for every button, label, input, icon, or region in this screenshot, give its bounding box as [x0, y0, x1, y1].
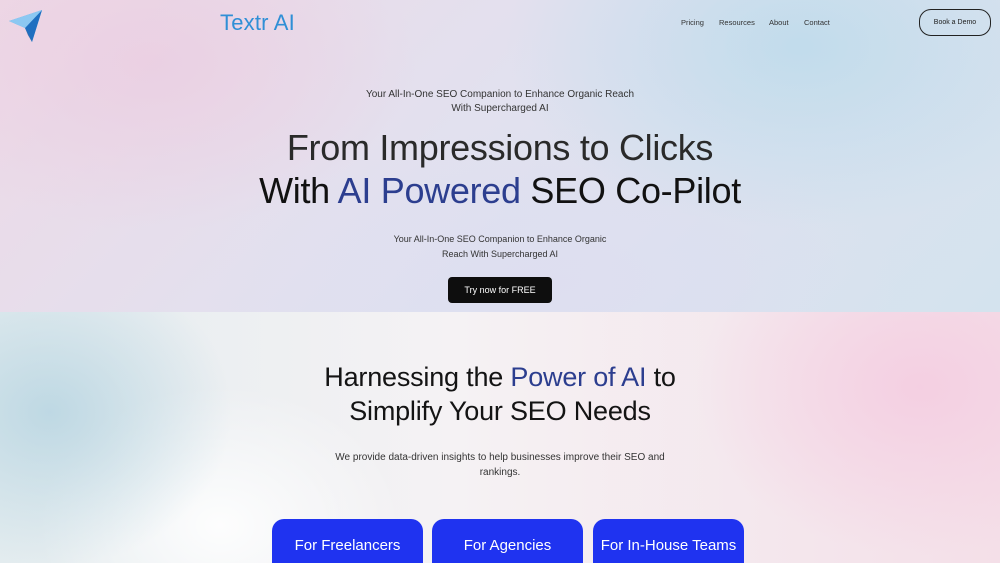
hero-headline: From Impressions to Clicks With AI Power… — [0, 126, 1000, 212]
headline-suffix: SEO Co-Pilot — [520, 170, 741, 211]
try-free-button[interactable]: Try now for FREE — [448, 277, 552, 303]
hero-headline-line2: With AI Powered SEO Co-Pilot — [0, 169, 1000, 212]
features-title-line2: Simplify Your SEO Needs — [349, 396, 651, 426]
headline-highlight: AI Powered — [337, 170, 521, 211]
book-demo-button[interactable]: Book a Demo — [919, 9, 991, 36]
title-highlight: Power of AI — [510, 362, 647, 392]
hero-sub-line1: Your All-In-One SEO Companion to Enhance… — [393, 234, 607, 244]
nav-contact[interactable]: Contact — [804, 18, 830, 27]
title-suffix: to — [646, 362, 676, 392]
hero-headline-line1: From Impressions to Clicks — [286, 127, 714, 168]
nav-about[interactable]: About — [769, 18, 789, 27]
card-freelancers[interactable]: For Freelancers — [272, 519, 423, 563]
audience-cards: For Freelancers For Agencies For In-Hous… — [0, 519, 1000, 563]
card-agencies[interactable]: For Agencies — [432, 519, 583, 563]
card-in-house-teams[interactable]: For In-House Teams — [593, 519, 744, 563]
hero-tagline-line1: Your All-In-One SEO Companion to Enhance… — [365, 89, 635, 100]
hero-subtagline: Your All-In-One SEO Companion to Enhance… — [0, 232, 1000, 262]
desc-line1: We provide data-driven insights to help … — [335, 452, 665, 463]
nav-pricing[interactable]: Pricing — [681, 18, 704, 27]
headline-prefix: With — [259, 170, 338, 211]
paper-plane-icon[interactable] — [8, 8, 44, 44]
brand-name[interactable]: Textr AI — [220, 10, 295, 36]
hero-tagline-line2: With Supercharged AI — [451, 103, 549, 114]
desc-line2: rankings. — [479, 467, 521, 478]
hero-sub-line2: Reach With Supercharged AI — [441, 249, 559, 259]
hero-tagline: Your All-In-One SEO Companion to Enhance… — [0, 88, 1000, 116]
features-title-line1: Harnessing the Power of AI to — [0, 360, 1000, 394]
features-description: We provide data-driven insights to help … — [0, 450, 1000, 480]
title-prefix: Harnessing the — [324, 362, 511, 392]
features-title: Harnessing the Power of AI to Simplify Y… — [0, 360, 1000, 428]
nav-resources[interactable]: Resources — [719, 18, 755, 27]
